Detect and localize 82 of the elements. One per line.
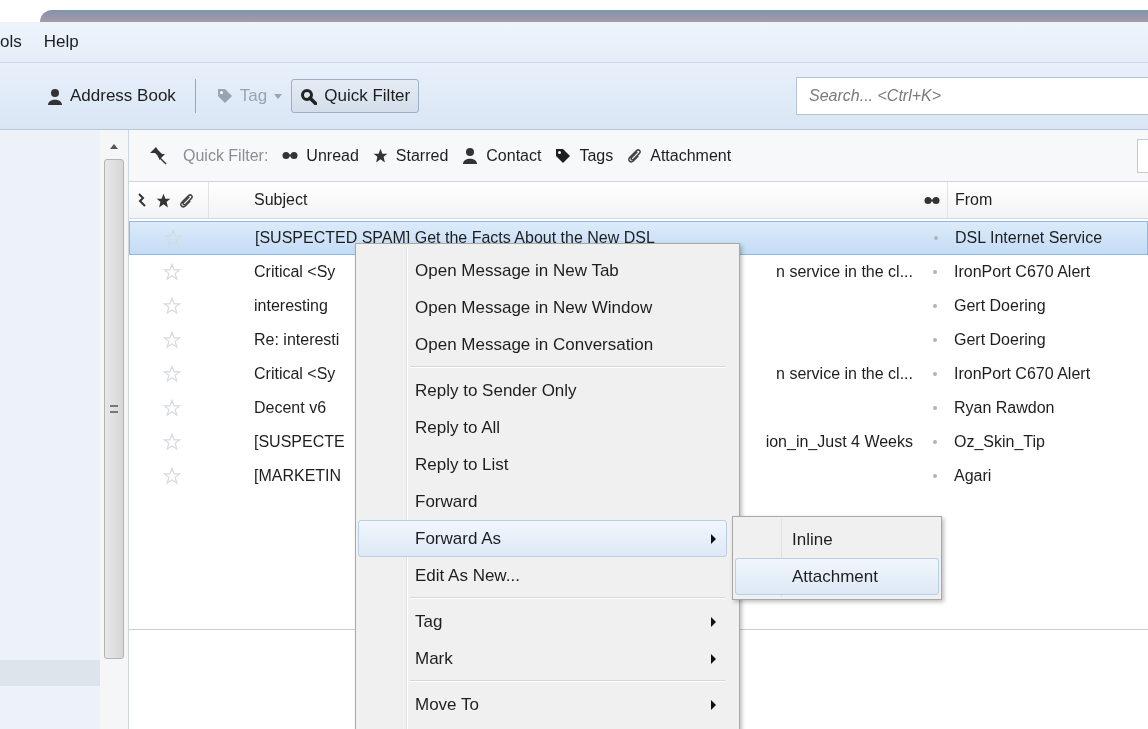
- scroll-up-icon[interactable]: [110, 144, 118, 149]
- dot-icon: [933, 304, 937, 308]
- subject-text: [SUSPECTED SPAM] Get the Facts About the New DSL: [255, 229, 655, 247]
- menu-item[interactable]: Forward: [358, 483, 727, 520]
- menu-item[interactable]: Attachment: [735, 558, 939, 595]
- subject-text: ion_in_Just 4 Weeks: [765, 433, 913, 451]
- star-icon[interactable]: [164, 229, 182, 247]
- star-icon[interactable]: [163, 467, 181, 485]
- star-icon[interactable]: [163, 433, 181, 451]
- column-header[interactable]: From: [955, 191, 993, 209]
- sender-text: IronPort C670 Alert: [953, 365, 1092, 383]
- star-icon: [156, 192, 171, 208]
- menu-item[interactable]: Open Message in Conversation: [358, 326, 727, 363]
- star-icon[interactable]: [163, 399, 181, 417]
- filter-button[interactable]: Attachment: [627, 146, 732, 165]
- menu-item[interactable]: Edit As New...: [358, 557, 727, 594]
- menu-item[interactable]: Reply to All: [358, 409, 727, 446]
- subject-text: Critical <Sy: [254, 365, 336, 383]
- glasses-icon: [282, 151, 299, 160]
- sender-text: IronPort C670 Alert: [953, 263, 1092, 281]
- subject-text: Decent v6: [254, 399, 327, 417]
- menu-item[interactable]: Help: [43, 32, 79, 52]
- star-icon[interactable]: [163, 365, 181, 383]
- subject-text: Critical <Sy: [254, 263, 336, 281]
- star-icon[interactable]: [163, 297, 181, 315]
- star-icon: [372, 148, 388, 163]
- filter-button[interactable]: Contact: [462, 146, 542, 165]
- search-icon: [300, 87, 318, 105]
- person-icon: [462, 147, 479, 164]
- column-header[interactable]: Subject: [254, 191, 917, 209]
- menu-item[interactable]: Open Message in New Window: [358, 289, 727, 326]
- dot-icon: [933, 270, 937, 274]
- menu-item[interactable]: ols: [0, 32, 22, 52]
- dot-icon: [934, 236, 938, 240]
- menu-item[interactable]: Reply to List: [358, 446, 727, 483]
- toolbar-button[interactable]: Address Book: [38, 79, 185, 113]
- sender-text: DSL Internet Service: [954, 229, 1104, 247]
- menu-item[interactable]: Forward As: [358, 520, 727, 557]
- menu-item[interactable]: Move To: [358, 686, 727, 723]
- filter-button[interactable]: Tags: [555, 146, 614, 165]
- filter-button[interactable]: Unread: [282, 146, 359, 165]
- search-field[interactable]: Search... <Ctrl+K>: [796, 77, 1148, 115]
- quick-filter-label: Quick Filter:: [183, 146, 269, 165]
- filter-field[interactable]: [1137, 138, 1148, 173]
- submenu-arrow-icon: [711, 533, 716, 544]
- dot-icon: [933, 372, 937, 376]
- dot-icon: [933, 406, 937, 410]
- subject-text: interesting: [254, 297, 328, 315]
- menu-item[interactable]: Reply to Sender Only: [358, 372, 727, 409]
- dot-icon: [933, 440, 937, 444]
- subject-text: Re: interesti: [254, 331, 340, 349]
- menu-item[interactable]: Tag: [358, 603, 727, 640]
- scrollbar[interactable]: [100, 130, 129, 729]
- star-icon[interactable]: [163, 331, 181, 349]
- star-icon[interactable]: [163, 263, 181, 281]
- menu-item[interactable]: Inline: [735, 521, 939, 558]
- glasses-icon: [924, 195, 940, 205]
- subject-text: n service in the cl...: [776, 365, 913, 383]
- tag-icon: [216, 88, 233, 104]
- submenu-arrow-icon: [711, 616, 716, 627]
- menu-item[interactable]: Mark: [358, 640, 727, 677]
- filter-button[interactable]: Starred: [372, 146, 449, 165]
- tag-icon: [555, 147, 572, 164]
- sender-text: Ryan Rawdon: [953, 399, 1056, 417]
- subject-text: [SUSPECTE: [254, 433, 345, 451]
- menu-item[interactable]: Open Message in New Tab: [358, 252, 727, 289]
- dot-icon: [933, 338, 937, 342]
- toolbar-button[interactable]: Quick Filter: [291, 79, 420, 113]
- submenu-arrow-icon: [711, 699, 716, 710]
- sender-text: Agari: [953, 467, 993, 485]
- sender-text: Gert Doering: [953, 331, 1047, 349]
- paperclip-icon: [627, 148, 643, 163]
- submenu-arrow-icon: [711, 653, 716, 664]
- scroll-thumb[interactable]: [104, 159, 124, 659]
- person-icon: [47, 87, 63, 105]
- subject-text: n service in the cl...: [776, 263, 913, 281]
- sender-text: Gert Doering: [953, 297, 1047, 315]
- paperclip-icon: [179, 192, 194, 208]
- dot-icon: [933, 474, 937, 478]
- subject-text: [MARKETIN: [254, 467, 342, 485]
- sender-text: Oz_Skin_Tip: [953, 433, 1046, 451]
- thread-icon[interactable]: [137, 193, 147, 207]
